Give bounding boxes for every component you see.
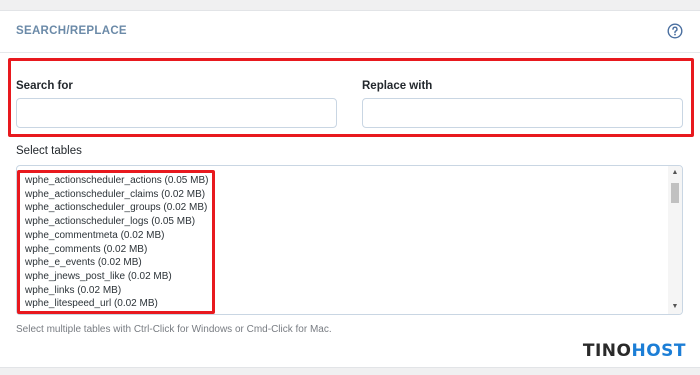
scroll-down-arrow-icon[interactable]: ▼ xyxy=(668,300,682,314)
tables-multiselect[interactable]: wphe_actionscheduler_actions (0.05 MB) wp… xyxy=(16,165,683,315)
replace-with-input[interactable] xyxy=(362,98,683,128)
table-option[interactable]: wphe_litespeed_url (0.02 MB) xyxy=(25,297,208,311)
table-option[interactable]: wphe_litespeed_url_file (0.02 MB) xyxy=(25,311,208,314)
brand-part1: TINO xyxy=(582,341,632,361)
scroll-up-arrow-icon[interactable]: ▲ xyxy=(668,166,682,180)
tables-option-list: wphe_actionscheduler_actions (0.05 MB) wp… xyxy=(25,174,208,314)
table-option[interactable]: wphe_actionscheduler_claims (0.02 MB) xyxy=(25,188,208,202)
page-bottom-strip xyxy=(0,369,700,375)
search-for-label: Search for xyxy=(16,80,73,92)
table-option[interactable]: wphe_commentmeta (0.02 MB) xyxy=(25,229,208,243)
table-option[interactable]: wphe_actionscheduler_groups (0.02 MB) xyxy=(25,201,208,215)
brand-part2: HOST xyxy=(631,341,686,361)
table-option[interactable]: wphe_actionscheduler_logs (0.05 MB) xyxy=(25,215,208,229)
scroll-thumb[interactable] xyxy=(671,183,679,203)
search-for-input[interactable] xyxy=(16,98,337,128)
brand-logo: TINOHOST xyxy=(583,341,686,361)
table-option[interactable]: wphe_links (0.02 MB) xyxy=(25,284,208,298)
replace-with-label: Replace with xyxy=(362,80,433,92)
table-option[interactable]: wphe_e_events (0.02 MB) xyxy=(25,256,208,270)
multiselect-hint: Select multiple tables with Ctrl-Click f… xyxy=(16,324,332,335)
table-option[interactable]: wphe_jnews_post_like (0.02 MB) xyxy=(25,270,208,284)
help-icon[interactable] xyxy=(667,23,683,39)
panel-title: SEARCH/REPLACE xyxy=(16,25,127,37)
table-option[interactable]: wphe_comments (0.02 MB) xyxy=(25,243,208,257)
panel-header: SEARCH/REPLACE xyxy=(0,11,700,53)
select-tables-label: Select tables xyxy=(16,145,82,157)
table-option[interactable]: wphe_actionscheduler_actions (0.05 MB) xyxy=(25,174,208,188)
tables-scrollbar[interactable]: ▲ ▼ xyxy=(668,166,682,314)
